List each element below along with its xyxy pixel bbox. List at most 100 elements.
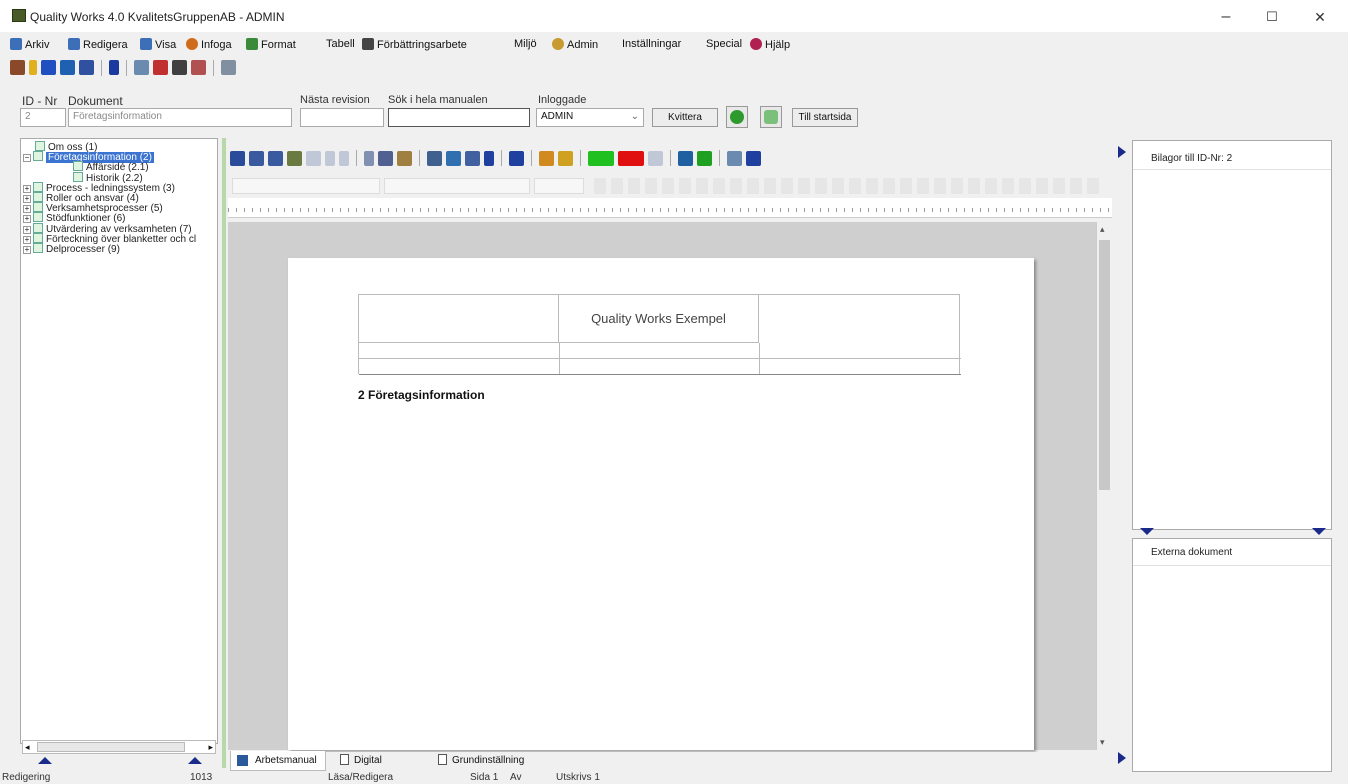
check-icon [33, 232, 43, 243]
user-icon[interactable] [10, 60, 25, 75]
cell-divider [559, 343, 560, 375]
menu-hjalp[interactable]: Hjälp [750, 38, 790, 51]
tab-grundinstallning[interactable]: Grundinställning [434, 751, 544, 771]
nasta-revision-field[interactable] [300, 108, 384, 127]
id-field[interactable]: 2 [20, 108, 66, 127]
grid-icon[interactable] [79, 60, 94, 75]
nasta-revision-label: Nästa revision [300, 94, 370, 106]
replace-icon[interactable] [446, 150, 461, 166]
admin-icon [552, 38, 564, 50]
status-edit-state: Läsa/Redigera [328, 772, 394, 783]
copy-icon[interactable] [378, 150, 393, 166]
menu-redigera[interactable]: Redigera [68, 38, 128, 51]
document-heading[interactable]: 2 Företagsinformation [358, 388, 485, 402]
font-select[interactable] [384, 178, 530, 194]
save-icon[interactable] [230, 150, 245, 166]
dokument-field[interactable]: Företagsinformation [68, 108, 292, 127]
pen-icon[interactable] [484, 150, 494, 166]
document-icon[interactable] [727, 150, 742, 166]
green-go-button[interactable] [726, 106, 748, 128]
table-icon[interactable] [509, 150, 524, 166]
cut-icon[interactable] [364, 150, 374, 166]
header-row [359, 343, 961, 359]
search-input[interactable] [388, 108, 530, 127]
kvittera-button[interactable]: Kvittera [652, 108, 718, 127]
expand-right-icon[interactable] [1118, 146, 1126, 158]
tab-arbetsmanual[interactable]: Arbetsmanual [230, 751, 326, 771]
spell-icon[interactable] [287, 150, 302, 166]
export-icon[interactable] [191, 60, 206, 75]
menu-installningar[interactable]: Inställningar [622, 38, 681, 50]
blue-square-icon[interactable] [41, 60, 56, 75]
font-color-icon[interactable] [618, 150, 644, 166]
document-page[interactable]: Quality Works Exempel 2 Företagsinformat… [288, 258, 1034, 750]
close-button[interactable]: ✕ [1300, 4, 1340, 30]
expand-right-icon[interactable] [1118, 752, 1126, 764]
menu-arkiv[interactable]: Arkiv [10, 38, 49, 51]
window-title: Quality Works 4.0 KvalitetsGruppenAB - A… [30, 10, 285, 24]
menu-forbattringsarbete[interactable]: Förbättringsarbete [362, 38, 467, 51]
menu-infoga[interactable]: Infoga [186, 38, 232, 51]
scroll-down-icon[interactable]: ▾ [1100, 737, 1105, 748]
menu-miljo[interactable]: Miljö [514, 38, 537, 50]
find-icon[interactable] [427, 150, 442, 166]
check-icon [33, 222, 43, 233]
menu-format[interactable]: Format [246, 38, 296, 51]
pin-icon[interactable] [29, 60, 37, 75]
toolbar-separator [126, 60, 127, 76]
paste-icon[interactable] [397, 150, 412, 166]
collapse-up-icon[interactable] [188, 757, 202, 764]
menu-admin[interactable]: Admin [552, 38, 598, 51]
tree-horizontal-scrollbar[interactable]: ◂ ▸ [22, 740, 216, 754]
undo-icon[interactable] [325, 150, 335, 166]
divider [1133, 565, 1331, 566]
expand-icon[interactable]: + [23, 246, 31, 254]
scroll-right-icon[interactable]: ▸ [208, 742, 213, 753]
refresh-button[interactable] [760, 106, 782, 128]
till-startsida-button[interactable]: Till startsida [792, 108, 858, 127]
maximize-button[interactable]: ☐ [1252, 4, 1292, 30]
collapse-icon[interactable]: − [23, 154, 31, 163]
highlight-color-icon[interactable] [588, 150, 614, 166]
tab-digital[interactable]: Digital [336, 751, 426, 771]
header-table: Quality Works Exempel [358, 294, 961, 375]
scrollbar-thumb[interactable] [1099, 240, 1110, 490]
scroll-up-icon[interactable]: ▴ [1100, 224, 1105, 235]
font-size-select[interactable] [534, 178, 584, 194]
inloggade-label: Inloggade [538, 94, 587, 106]
scroll-left-icon[interactable]: ◂ [25, 742, 30, 753]
menu-visa[interactable]: Visa [140, 38, 176, 51]
form-icon[interactable] [746, 150, 761, 166]
check-icon[interactable] [697, 150, 712, 166]
menu-tabell[interactable]: Tabell [326, 38, 355, 50]
collapse-up-icon[interactable] [38, 757, 52, 764]
pdf-icon[interactable] [153, 60, 168, 75]
settings-icon[interactable] [221, 60, 236, 75]
people-icon[interactable] [172, 60, 187, 75]
document-vertical-scrollbar[interactable]: ▴ ▾ [1096, 222, 1112, 750]
move-icon[interactable] [678, 150, 693, 166]
tree-item[interactable]: + Delprocesser (9) [23, 243, 120, 255]
inloggade-select[interactable]: ADMIN ⌄ [536, 108, 644, 127]
infoga-icon [186, 38, 198, 50]
symbol-icon[interactable] [558, 150, 573, 166]
eye-icon[interactable] [539, 150, 554, 166]
scrollbar-thumb[interactable] [37, 742, 185, 752]
minimize-button[interactable]: – [1206, 4, 1246, 30]
redo-icon[interactable] [339, 150, 349, 166]
style-select[interactable] [232, 178, 380, 194]
hjalp-icon [750, 38, 762, 50]
collapse-down-icon[interactable] [1312, 528, 1326, 535]
filter-icon[interactable] [249, 150, 264, 166]
link-icon[interactable] [306, 150, 321, 166]
list-icon[interactable] [465, 150, 480, 166]
collapse-down-icon[interactable] [1140, 528, 1154, 535]
code-icon[interactable] [648, 150, 663, 166]
book-icon[interactable] [60, 60, 75, 75]
blue-book-icon[interactable] [109, 60, 119, 75]
formatting-buttons[interactable] [594, 178, 1104, 194]
print-icon[interactable] [134, 60, 149, 75]
splitter[interactable] [222, 138, 226, 768]
menu-special[interactable]: Special [706, 38, 742, 50]
filter-edit-icon[interactable] [268, 150, 283, 166]
